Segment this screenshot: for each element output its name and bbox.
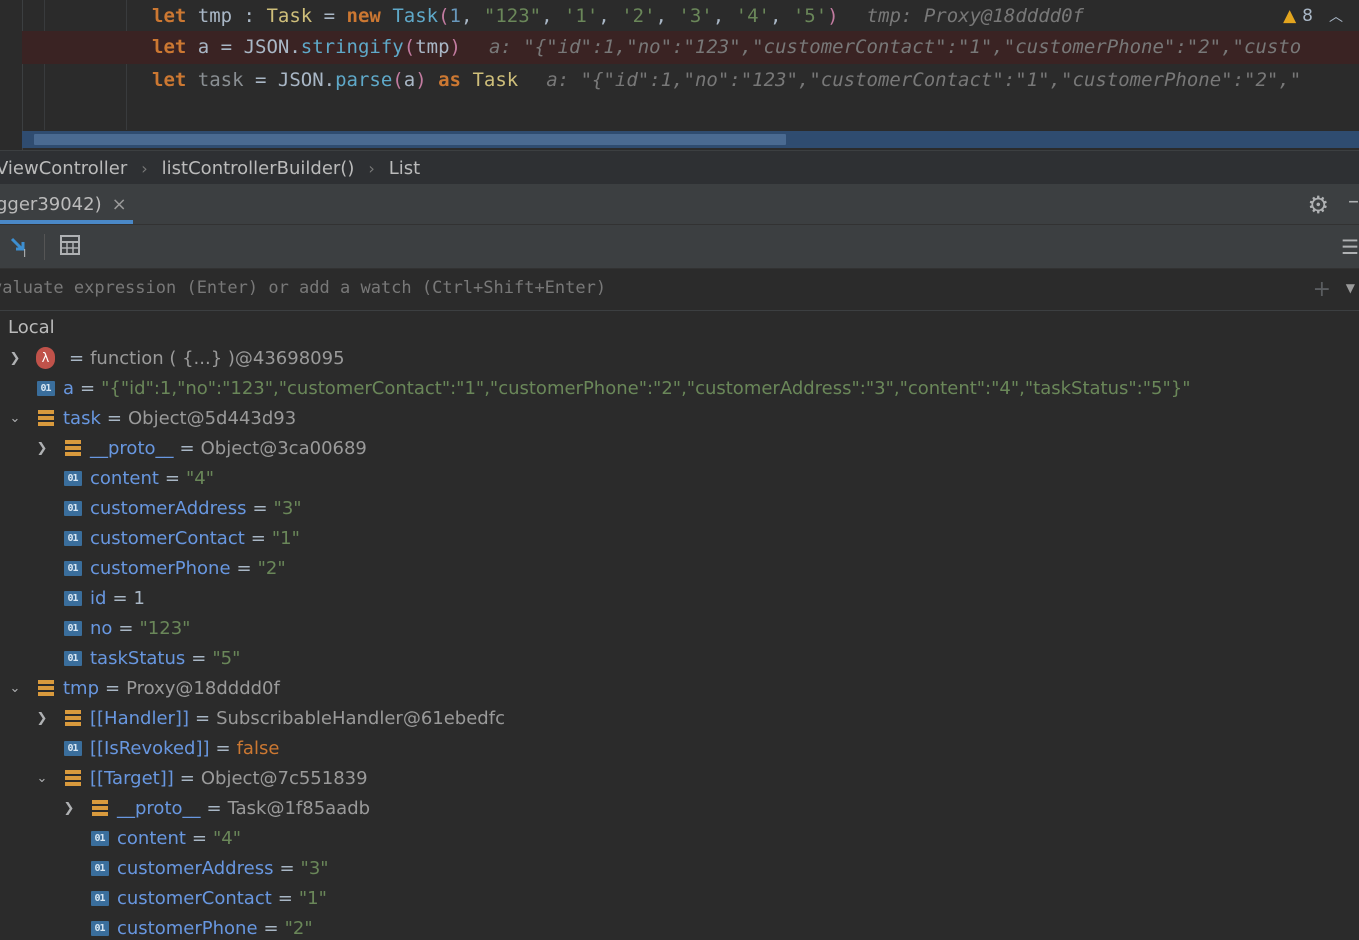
primitive-icon: 01 xyxy=(63,500,82,517)
code-editor[interactable]: let tmp : Task = new Task(1, "123", '1',… xyxy=(0,0,1359,150)
debug-tab-bar: gger39042) × ⚙ – xyxy=(0,184,1359,225)
tree-row[interactable]: ⌄ task = Object@5d443d93 xyxy=(0,403,1359,433)
gutter-divider xyxy=(22,0,23,150)
inline-debug-hint: a: "{"id":1,"no":"123","customerContact"… xyxy=(488,36,1302,58)
calculator-icon[interactable] xyxy=(60,235,80,260)
tree-row[interactable]: 01 customerAddress = "3" xyxy=(0,853,1359,883)
add-watch-icon[interactable]: + xyxy=(1313,277,1331,302)
chevron-right-icon[interactable]: ❯ xyxy=(62,801,76,816)
layout-menu-icon[interactable]: ☰ xyxy=(1341,235,1359,259)
tab-label: gger39042) xyxy=(0,193,102,215)
object-icon xyxy=(63,770,82,787)
breadcrumb: ViewController › listControllerBuilder()… xyxy=(0,150,1359,185)
scrollbar-thumb[interactable] xyxy=(34,134,786,145)
tree-row[interactable]: ❯ λ = function ( {...} )@43698095 xyxy=(0,343,1359,373)
tree-row[interactable]: 01 customerContact = "1" xyxy=(0,883,1359,913)
object-icon xyxy=(90,800,109,817)
tree-row[interactable]: 01 id = 1 xyxy=(0,583,1359,613)
breadcrumb-item-method[interactable]: listControllerBuilder() xyxy=(162,158,355,179)
breadcrumb-item-class[interactable]: ViewController xyxy=(0,158,127,179)
chevron-down-icon[interactable]: ⌄ xyxy=(35,771,49,786)
step-into-icon[interactable]: I xyxy=(9,235,33,264)
gear-icon[interactable]: ⚙ xyxy=(1307,191,1329,219)
tree-row[interactable]: 01 no = "123" xyxy=(0,613,1359,643)
chevron-right-icon[interactable]: ❯ xyxy=(35,441,49,456)
minimize-icon[interactable]: – xyxy=(1348,189,1359,214)
primitive-icon: 01 xyxy=(90,920,109,937)
code-line-3[interactable]: let task = JSON.parse(a) as Task a: "{"id… xyxy=(152,64,1301,97)
indent-guide xyxy=(126,0,127,130)
primitive-icon: 01 xyxy=(63,590,82,607)
evaluate-expression-input[interactable] xyxy=(0,277,1294,299)
primitive-icon: 01 xyxy=(63,530,82,547)
primitive-icon: 01 xyxy=(63,650,82,667)
tree-row[interactable]: 01 content = "4" xyxy=(0,823,1359,853)
variables-tree[interactable]: Local ❯ λ = function ( {...} )@43698095 0… xyxy=(0,311,1359,940)
tree-row[interactable]: 01 customerAddress = "3" xyxy=(0,493,1359,523)
chevron-up-icon[interactable]: ︿ xyxy=(1329,6,1343,26)
dropdown-arrow-icon[interactable]: ▼ xyxy=(1346,281,1355,295)
active-tab-indicator xyxy=(0,220,133,224)
svg-text:I: I xyxy=(23,247,26,259)
section-label-local: Local xyxy=(8,317,55,338)
primitive-icon: 01 xyxy=(36,380,55,397)
chevron-right-icon[interactable]: ❯ xyxy=(8,351,22,366)
tree-row[interactable]: 01 content = "4" xyxy=(0,463,1359,493)
tree-row[interactable]: ❯ [[Handler]] = SubscribableHandler@61ebed… xyxy=(0,703,1359,733)
inline-debug-hint: a: "{"id":1,"no":"123","customerContact"… xyxy=(546,69,1302,91)
close-icon[interactable]: × xyxy=(112,194,127,215)
lambda-icon: λ xyxy=(36,347,55,369)
inline-debug-hint: tmp: Proxy@18dddd0f xyxy=(866,5,1084,27)
code-line-2[interactable]: let a = JSON.stringify(tmp) a: "{"id":1,"… xyxy=(22,31,1359,64)
tree-row[interactable]: 01 customerContact = "1" xyxy=(0,523,1359,553)
chevron-right-icon: › xyxy=(368,158,375,178)
tab-debugger-session[interactable]: gger39042) × xyxy=(0,184,137,224)
tree-row[interactable]: ❯ __proto__ = Object@3ca00689 xyxy=(0,433,1359,463)
object-icon xyxy=(63,440,82,457)
primitive-icon: 01 xyxy=(63,740,82,757)
indent-guide xyxy=(44,0,45,130)
tree-row[interactable]: 01 customerPhone = "2" xyxy=(0,553,1359,583)
tree-row[interactable]: ❯ __proto__ = Task@1f85aadb xyxy=(0,793,1359,823)
warnings-indicator[interactable]: ▲ 8 ︿ xyxy=(1283,6,1343,26)
chevron-down-icon[interactable]: ⌄ xyxy=(8,411,22,426)
evaluate-bar: + ▼ xyxy=(0,269,1359,311)
code-line-1[interactable]: let tmp : Task = new Task(1, "123", '1',… xyxy=(152,0,1084,33)
primitive-icon: 01 xyxy=(90,890,109,907)
chevron-right-icon[interactable]: ❯ xyxy=(35,711,49,726)
chevron-right-icon: › xyxy=(141,158,148,178)
tree-row[interactable]: ⌄ [[Target]] = Object@7c551839 xyxy=(0,763,1359,793)
primitive-icon: 01 xyxy=(63,620,82,637)
tree-row[interactable]: 01 taskStatus = "5" xyxy=(0,643,1359,673)
tree-row[interactable]: 01 customerPhone = "2" xyxy=(0,913,1359,940)
object-icon xyxy=(63,710,82,727)
object-icon xyxy=(36,680,55,697)
primitive-icon: 01 xyxy=(63,560,82,577)
warning-count: 8 xyxy=(1302,6,1313,26)
primitive-icon: 01 xyxy=(63,470,82,487)
chevron-down-icon[interactable]: ⌄ xyxy=(8,681,22,696)
object-icon xyxy=(36,410,55,427)
tree-row[interactable]: ⌄ tmp = Proxy@18dddd0f xyxy=(0,673,1359,703)
toolbar-divider xyxy=(44,234,45,260)
breadcrumb-item-element[interactable]: List xyxy=(389,158,420,179)
tree-row[interactable]: 01 a = "{"id":1,"no":"123","customerContac… xyxy=(0,373,1359,403)
primitive-icon: 01 xyxy=(90,860,109,877)
debug-toolbar: I ☰ xyxy=(0,225,1359,269)
warning-icon: ▲ xyxy=(1283,6,1297,26)
primitive-icon: 01 xyxy=(90,830,109,847)
tree-row[interactable]: 01 [[IsRevoked]] = false xyxy=(0,733,1359,763)
